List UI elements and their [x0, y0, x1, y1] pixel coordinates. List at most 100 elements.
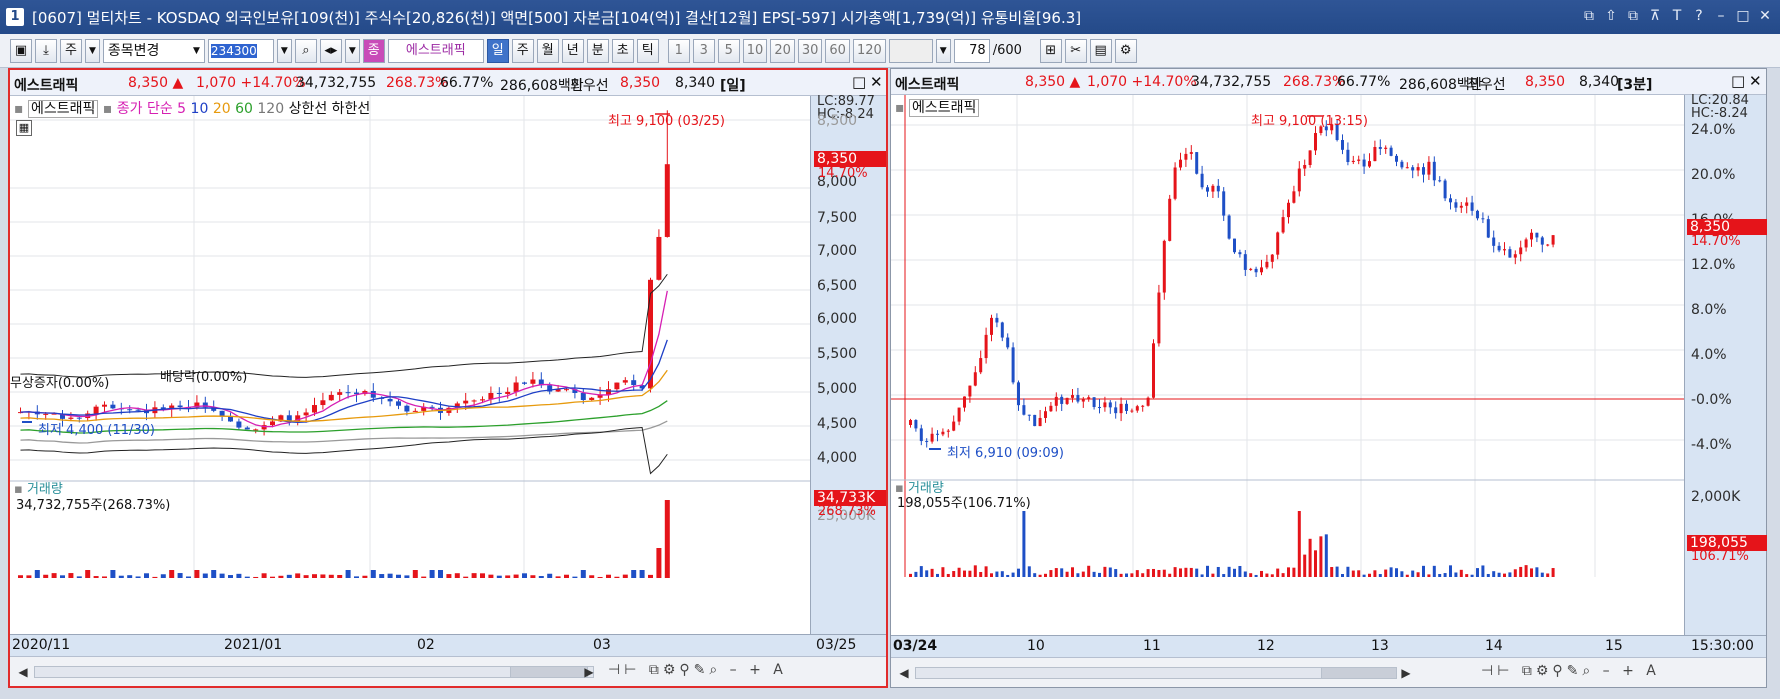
- table-view-icon[interactable]: ▦: [16, 120, 32, 136]
- speaker-dropdown-icon[interactable]: ▼: [344, 38, 360, 63]
- candle-body: [1373, 146, 1377, 162]
- type-select[interactable]: 주: [60, 38, 82, 63]
- interval-custom-input[interactable]: [888, 38, 933, 63]
- period-day-tab[interactable]: 일: [486, 38, 509, 63]
- settings-icon[interactable]: ⚙: [1114, 38, 1137, 63]
- font-icon[interactable]: T: [1668, 6, 1686, 26]
- period-second-tab[interactable]: 초: [611, 38, 634, 63]
- speaker-icon[interactable]: ◂▸: [319, 38, 342, 63]
- volume-bar: [1200, 574, 1204, 577]
- right-close-icon[interactable]: ✕: [1749, 72, 1762, 90]
- candle-body: [1238, 252, 1242, 255]
- left-price: 8,350 ▲: [128, 75, 184, 91]
- topmost-icon[interactable]: ⊼: [1646, 6, 1664, 26]
- legend-lower-band[interactable]: 하한선: [332, 101, 371, 117]
- scroll-thumb[interactable]: [510, 666, 588, 678]
- legend-ma-20[interactable]: 20: [213, 101, 231, 117]
- indicator-icon[interactable]: ⊞: [1039, 38, 1062, 63]
- volume-bar: [1108, 567, 1112, 577]
- interval-20[interactable]: 20: [770, 38, 795, 63]
- minimize-icon[interactable]: –: [1712, 6, 1730, 26]
- left-close-icon[interactable]: ✕: [870, 73, 883, 91]
- close-icon[interactable]: ✕: [1756, 6, 1774, 26]
- interval-30[interactable]: 30: [797, 38, 823, 63]
- volume-bar: [1065, 571, 1069, 577]
- volume-bar: [1335, 566, 1339, 577]
- volume-bar: [1422, 565, 1425, 577]
- left-chart-tools[interactable]: ⊣⊢ ⧉⚙⚲✎⌕ – + A: [608, 662, 787, 678]
- search-icon[interactable]: ⌕: [294, 38, 317, 63]
- stock-code-input[interactable]: 234300: [207, 38, 274, 63]
- scroll-left-icon[interactable]: ◀: [895, 664, 913, 682]
- candle-body: [1054, 396, 1058, 406]
- right-chart-area[interactable]: LC:20.84 HC:-8.24 24.0% 20.0% 16.0% 12.0…: [891, 93, 1767, 687]
- legend-upper-band[interactable]: 상한선: [289, 101, 328, 117]
- volume-bar: [1351, 570, 1355, 577]
- volume-bar: [1346, 566, 1350, 577]
- restore-layout-icon[interactable]: ⧉: [1624, 6, 1642, 26]
- left-price-label: 8,350: [814, 151, 886, 167]
- volume-bar: [404, 575, 410, 578]
- download-icon[interactable]: ⤓: [35, 38, 57, 63]
- volume-bar: [1049, 570, 1053, 577]
- candle-body: [270, 421, 275, 426]
- volume-bar: [320, 574, 326, 578]
- scroll-thumb[interactable]: [1321, 667, 1397, 679]
- minute-chart-pane[interactable]: 에스트래픽 8,350 ▲ 1,070 +14.70% 34,732,755 2…: [890, 68, 1767, 688]
- right-chart-tools[interactable]: ⊣⊢ ⧉⚙⚲✎⌕ – + A: [1481, 663, 1660, 679]
- interval-120[interactable]: 120: [852, 38, 886, 63]
- volume-bar: [925, 570, 929, 577]
- period-minute-tab[interactable]: 분: [586, 38, 609, 63]
- count-input[interactable]: 78: [953, 38, 990, 63]
- volume-bar: [1368, 573, 1371, 577]
- left-chart-area[interactable]: LC:89.77 HC:-8.24 8,500 8,000 7,500 7,00…: [10, 94, 886, 686]
- candle-body: [43, 413, 49, 415]
- legend-stock-name[interactable]: 에스트래픽: [27, 100, 99, 118]
- candle-body: [1297, 168, 1301, 192]
- volume-bar: [1303, 554, 1307, 577]
- right-legend-stock-name[interactable]: 에스트래픽: [908, 99, 980, 117]
- stock-badge[interactable]: 종: [362, 38, 385, 63]
- period-week-tab[interactable]: 주: [511, 38, 534, 63]
- interval-5[interactable]: 5: [717, 38, 740, 63]
- period-month-tab[interactable]: 월: [536, 38, 559, 63]
- scroll-right-icon[interactable]: ▶: [580, 663, 598, 681]
- legend-ma-60[interactable]: 60: [235, 101, 253, 117]
- help-icon[interactable]: ?: [1690, 6, 1708, 26]
- candle-body: [1411, 167, 1415, 171]
- legend-ma-10[interactable]: 10: [191, 101, 209, 117]
- layout-icon[interactable]: ▣: [10, 38, 32, 63]
- code-dropdown-icon[interactable]: ▼: [276, 38, 292, 63]
- candle-body: [102, 404, 107, 407]
- volume-bar: [656, 548, 662, 578]
- right-price-chart[interactable]: [891, 95, 1691, 637]
- link-icon[interactable]: ⧉: [1580, 6, 1598, 26]
- right-maximize-icon[interactable]: □: [1731, 72, 1745, 90]
- interval-dropdown-icon[interactable]: ▼: [935, 38, 951, 63]
- legend-ma-5[interactable]: 종가 단순 5: [117, 101, 186, 117]
- scroll-right-icon[interactable]: ▶: [1397, 664, 1415, 682]
- interval-10[interactable]: 10: [742, 38, 768, 63]
- type-dropdown-icon[interactable]: ▼: [85, 38, 100, 63]
- candle-body: [656, 236, 662, 280]
- draw-tool-icon[interactable]: ✂: [1064, 38, 1087, 63]
- stock-name-display[interactable]: 에스트래픽: [387, 38, 484, 63]
- volume-bar: [1081, 571, 1085, 577]
- candle-body: [952, 421, 956, 431]
- interval-1[interactable]: 1: [667, 38, 690, 63]
- stock-change-select[interactable]: 종목변경 ▼: [102, 38, 205, 63]
- left-maximize-icon[interactable]: □: [852, 73, 866, 91]
- daily-chart-pane[interactable]: 에스트래픽 8,350 ▲ 1,070 +14.70% 34,732,755 2…: [8, 68, 888, 688]
- pin-icon[interactable]: ⇧: [1602, 6, 1620, 26]
- save-icon[interactable]: ▤: [1089, 38, 1112, 63]
- period-year-tab[interactable]: 년: [561, 38, 584, 63]
- interval-60[interactable]: 60: [825, 38, 850, 63]
- right-scrollbar[interactable]: ◀ ▶ ⊣⊢ ⧉⚙⚲✎⌕ – + A: [891, 657, 1766, 687]
- left-scrollbar[interactable]: ◀ ▶ ⊣⊢ ⧉⚙⚲✎⌕ – + A: [10, 656, 886, 686]
- legend-ma-120[interactable]: 120: [257, 101, 284, 117]
- scroll-left-icon[interactable]: ◀: [14, 663, 32, 681]
- left-price-chart[interactable]: [10, 96, 810, 638]
- period-tick-tab[interactable]: 틱: [636, 38, 659, 63]
- maximize-icon[interactable]: □: [1734, 6, 1752, 26]
- interval-3[interactable]: 3: [692, 38, 715, 63]
